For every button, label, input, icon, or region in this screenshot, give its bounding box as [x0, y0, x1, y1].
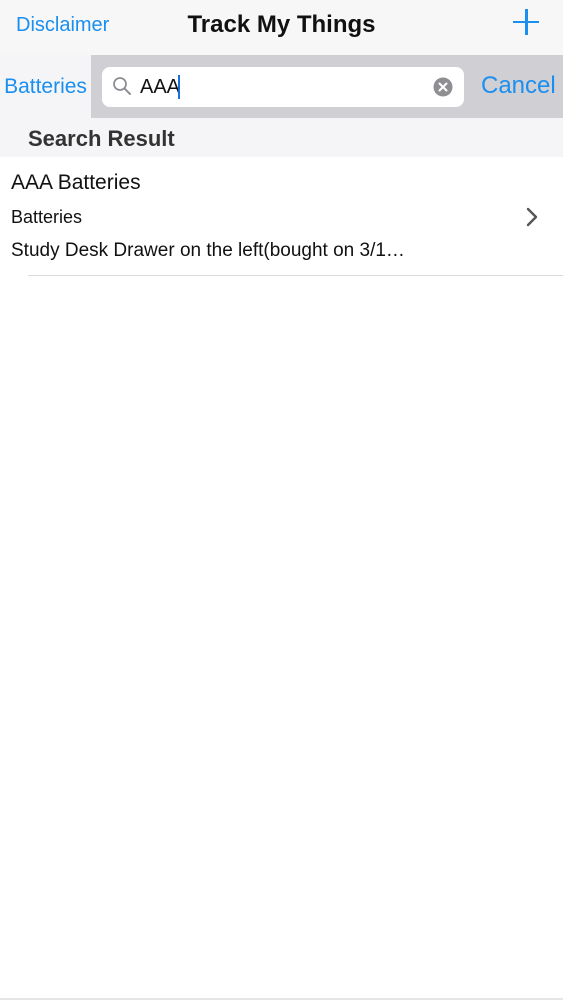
- plus-icon[interactable]: [513, 9, 539, 35]
- page-title: Track My Things: [187, 11, 376, 38]
- search-field[interactable]: [102, 67, 464, 107]
- navigation-bar: Disclaimer Track My Things: [0, 0, 563, 55]
- item-category: Batteries: [11, 207, 83, 227]
- section-title: Search Result: [28, 126, 175, 151]
- search-bar: Batteries Cancel: [0, 55, 563, 118]
- text-caret: [178, 75, 180, 99]
- item-title: AAA Batteries: [11, 171, 141, 194]
- chevron-right-icon: [526, 207, 538, 227]
- clear-icon[interactable]: [433, 77, 453, 97]
- search-icon: [113, 77, 131, 95]
- search-input[interactable]: [140, 67, 420, 107]
- item-location: Study Desk Drawer on the left(bought on …: [11, 240, 405, 261]
- section-header: Search Result: [0, 118, 563, 157]
- scope-tab-batteries[interactable]: Batteries: [0, 55, 91, 118]
- table-row[interactable]: AAA Batteries Batteries Study Desk Drawe…: [0, 157, 563, 275]
- cancel-button[interactable]: Cancel: [481, 72, 556, 100]
- row-divider: [28, 275, 563, 276]
